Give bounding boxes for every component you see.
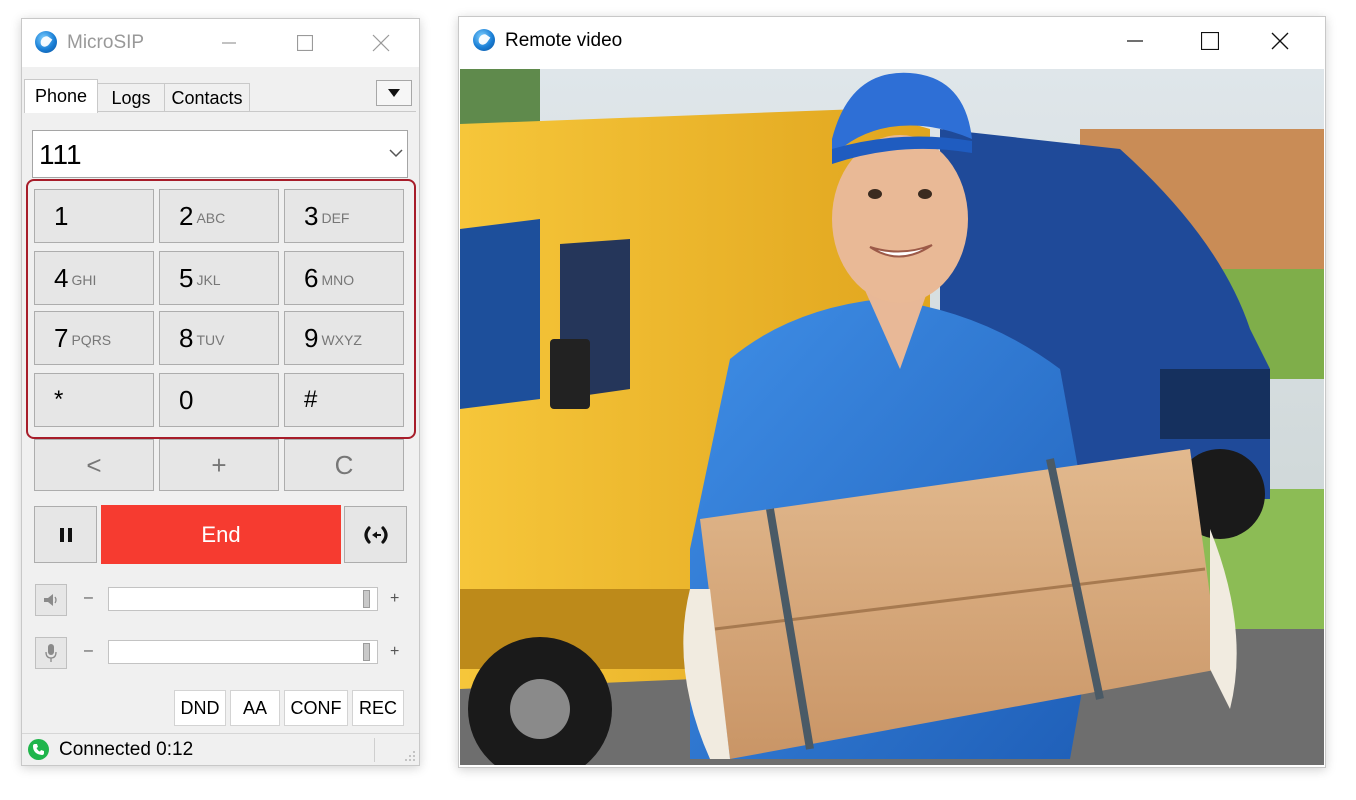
key-hash[interactable]: #	[284, 373, 404, 427]
key-2[interactable]: 2 ABC	[159, 189, 279, 243]
tab-contacts[interactable]: Contacts	[164, 83, 250, 112]
remote-video-feed	[460, 69, 1324, 765]
speaker-plus-label: +	[390, 590, 400, 607]
tab-logs[interactable]: Logs	[97, 83, 165, 112]
key-5[interactable]: 5 JKL	[159, 251, 279, 305]
key-7[interactable]: 7 PQRS	[34, 311, 154, 365]
connected-phone-icon	[28, 739, 49, 760]
close-button[interactable]	[358, 25, 404, 61]
dnd-button[interactable]: DND	[174, 690, 226, 726]
transfer-icon	[363, 525, 388, 544]
key-9[interactable]: 9 WXYZ	[284, 311, 404, 365]
microphone-icon	[45, 644, 57, 662]
key-star[interactable]: *	[34, 373, 154, 427]
microsip-app-icon	[35, 31, 57, 53]
remote-minimize-button[interactable]	[1112, 23, 1158, 59]
key-1[interactable]: 1	[34, 189, 154, 243]
clear-button[interactable]: C	[284, 439, 404, 491]
number-input[interactable]: 111	[32, 130, 408, 178]
remote-close-button[interactable]	[1257, 23, 1303, 59]
status-separator	[374, 738, 375, 762]
microphone-minus-label: –	[84, 642, 93, 659]
tab-phone[interactable]: Phone	[24, 79, 98, 113]
record-button[interactable]: REC	[352, 690, 404, 726]
maximize-icon	[297, 35, 313, 51]
microphone-volume-slider[interactable]	[108, 640, 378, 664]
backspace-button[interactable]: <	[34, 439, 154, 491]
key-0[interactable]: 0	[159, 373, 279, 427]
key-6[interactable]: 6 MNO	[284, 251, 404, 305]
resize-grip-icon[interactable]	[404, 750, 416, 762]
end-call-button[interactable]: End	[101, 505, 341, 564]
conference-button[interactable]: CONF	[284, 690, 348, 726]
remote-video-titlebar[interactable]: Remote video	[459, 17, 1325, 69]
plus-button[interactable]: +	[159, 439, 279, 491]
pause-icon	[59, 527, 72, 542]
number-value: 111	[39, 139, 82, 170]
speaker-volume-thumb[interactable]	[363, 590, 370, 608]
minimize-button[interactable]	[206, 25, 252, 61]
microphone-plus-label: +	[390, 643, 400, 660]
microphone-mute-button[interactable]	[35, 637, 67, 669]
tabs-menu-button[interactable]	[376, 80, 412, 106]
key-8[interactable]: 8 TUV	[159, 311, 279, 365]
auto-answer-button[interactable]: AA	[230, 690, 280, 726]
microsip-titlebar[interactable]: MicroSIP	[22, 19, 419, 67]
speaker-volume-slider[interactable]	[108, 587, 378, 611]
remote-video-image	[460, 69, 1324, 765]
remote-video-window: Remote video	[458, 16, 1326, 768]
minimize-icon	[222, 42, 236, 44]
close-icon	[1271, 32, 1289, 50]
maximize-icon	[1201, 32, 1219, 50]
transfer-button[interactable]	[344, 506, 407, 563]
phone-handset-icon	[33, 744, 44, 755]
maximize-button[interactable]	[282, 25, 328, 61]
remote-maximize-button[interactable]	[1187, 23, 1233, 59]
key-3[interactable]: 3 DEF	[284, 189, 404, 243]
connection-status: Connected 0:12	[59, 739, 194, 760]
status-bar: Connected 0:12	[22, 733, 419, 765]
remote-video-title: Remote video	[505, 30, 623, 51]
microsip-title: MicroSIP	[67, 32, 145, 53]
remote-video-app-icon	[473, 29, 495, 51]
speaker-icon	[44, 594, 57, 606]
speaker-minus-label: –	[84, 589, 93, 606]
chevron-down-icon[interactable]	[389, 149, 403, 158]
speaker-mute-button[interactable]	[35, 584, 67, 616]
key-4[interactable]: 4 GHI	[34, 251, 154, 305]
close-icon	[372, 34, 390, 52]
microphone-volume-thumb[interactable]	[363, 643, 370, 661]
minimize-icon	[1127, 40, 1143, 42]
hold-button[interactable]	[34, 506, 97, 563]
triangle-down-icon	[388, 89, 400, 97]
microsip-window: MicroSIP Phone Logs Contacts 111 1 2 ABC …	[21, 18, 420, 766]
